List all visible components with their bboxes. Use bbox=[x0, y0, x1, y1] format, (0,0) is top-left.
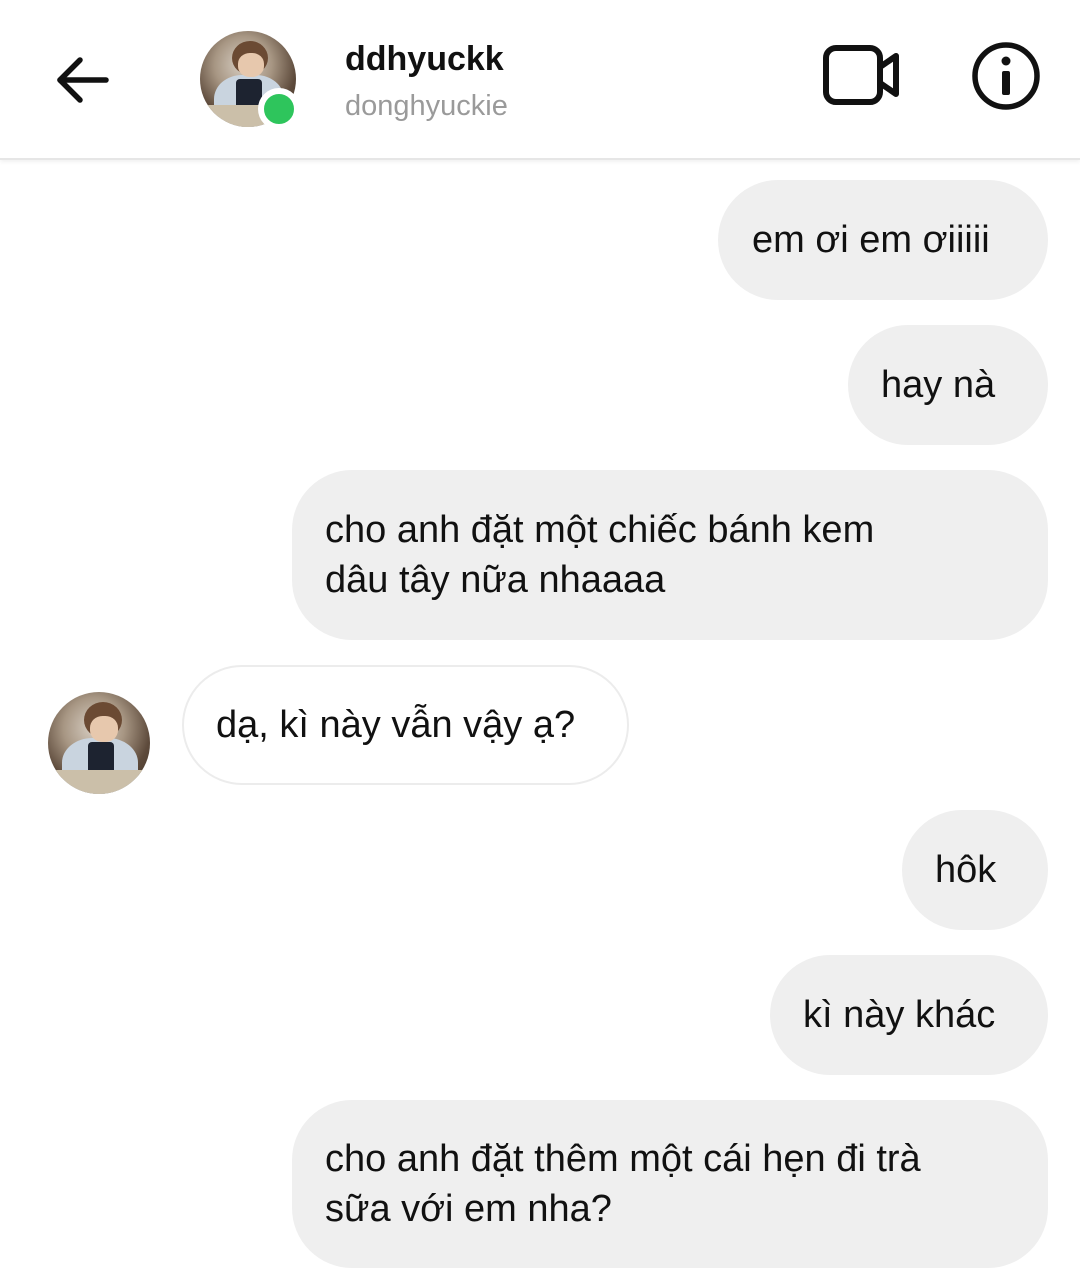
arrow-left-icon bbox=[57, 57, 109, 103]
outgoing-message[interactable]: cho anh đặt một chiếc bánh kem dâu tây n… bbox=[292, 470, 1048, 640]
video-call-button[interactable] bbox=[818, 40, 906, 110]
incoming-message[interactable]: dạ, kì này vẫn vậy ạ? bbox=[182, 665, 629, 785]
outgoing-message[interactable]: hay nà bbox=[848, 325, 1048, 445]
outgoing-message[interactable]: em ơi em ơiiiii bbox=[718, 180, 1048, 300]
message-text: hay nà bbox=[881, 364, 996, 406]
chat-username[interactable]: ddhyuckk bbox=[345, 40, 504, 79]
message-text: em ơi em ơiiiii bbox=[752, 219, 990, 261]
chat-handle[interactable]: donghyuckie bbox=[345, 90, 508, 123]
message-text-line: cho anh đặt một chiếc bánh kem bbox=[325, 509, 875, 551]
message-text-line: cho anh đặt thêm một cái hẹn đi trà bbox=[325, 1138, 921, 1180]
info-icon bbox=[972, 42, 1040, 110]
video-camera-icon bbox=[823, 45, 899, 105]
outgoing-message[interactable]: kì này khác bbox=[770, 955, 1048, 1075]
message-text: hôk bbox=[935, 849, 997, 891]
chat-header: ddhyuckk donghyuckie bbox=[0, 0, 1080, 160]
message-text-line: sữa với em nha? bbox=[325, 1188, 612, 1230]
message-text-line: dâu tây nữa nhaaaa bbox=[325, 559, 666, 601]
outgoing-message[interactable]: hôk bbox=[902, 810, 1048, 930]
sender-avatar[interactable] bbox=[48, 692, 150, 794]
message-text: kì này khác bbox=[803, 994, 996, 1036]
info-button[interactable] bbox=[968, 38, 1044, 114]
outgoing-message[interactable]: cho anh đặt thêm một cái hẹn đi trà sữa … bbox=[292, 1100, 1048, 1268]
online-status-dot bbox=[258, 88, 300, 130]
back-button[interactable] bbox=[44, 42, 120, 118]
message-text: dạ, kì này vẫn vậy ạ? bbox=[216, 704, 576, 746]
